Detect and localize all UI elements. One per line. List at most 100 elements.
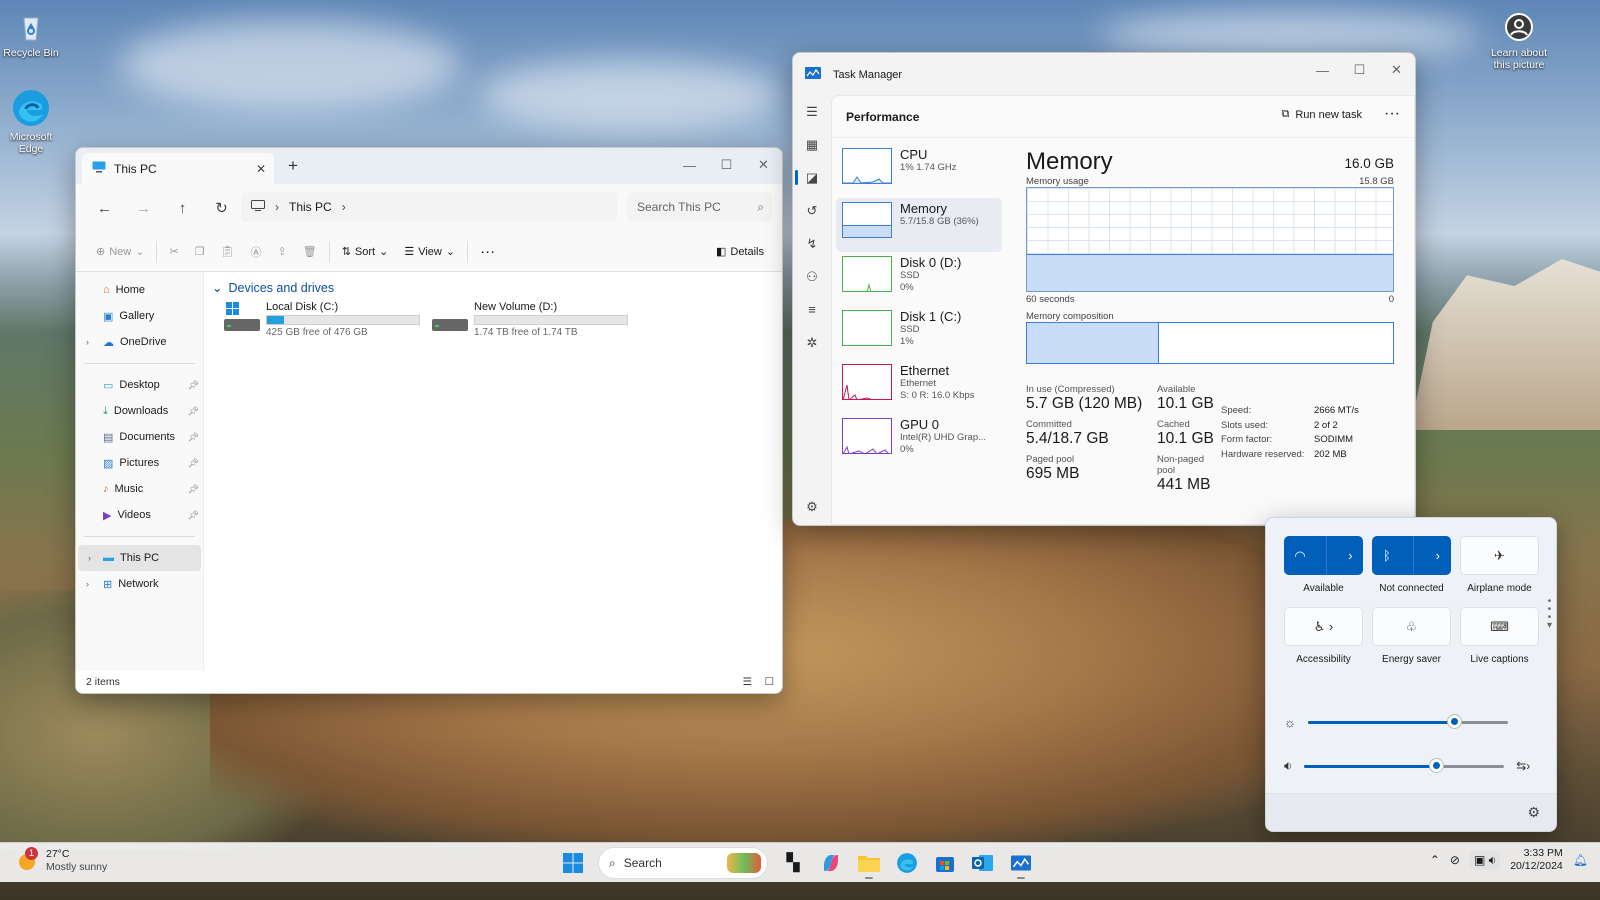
copilot-button[interactable]	[814, 846, 848, 880]
close-tab-icon[interactable]: ✕	[256, 162, 266, 176]
desktop-icon-edge[interactable]: Microsoft Edge	[0, 88, 62, 155]
clock[interactable]: 3:33 PM 20/12/2024	[1510, 847, 1563, 873]
perf-item-memory[interactable]: Memory 5.7/15.8 GB (36%)	[836, 198, 1002, 252]
wifi-toggle[interactable]: ◠ ›	[1284, 536, 1363, 575]
chevron-right-icon[interactable]: ›	[88, 553, 91, 563]
chevron-right-icon[interactable]: ›	[342, 200, 346, 214]
vpn-icon[interactable]: ⊘	[1450, 853, 1460, 867]
more-options-button[interactable]: ···	[1384, 105, 1400, 123]
nav-item-home[interactable]: ⌂ Home	[76, 277, 203, 303]
details-icon[interactable]: ≡	[793, 293, 831, 326]
learn-about-picture[interactable]: Learn about this picture	[1488, 10, 1550, 71]
tiles-view-icon[interactable]: ☐	[765, 676, 774, 688]
performance-icon[interactable]: ◪	[793, 161, 831, 194]
hamburger-menu-icon[interactable]: ☰	[793, 95, 831, 128]
search-input[interactable]: Search This PC ⌕	[627, 192, 772, 222]
start-button[interactable]	[556, 846, 590, 880]
chevron-right-icon[interactable]: ›	[1348, 548, 1352, 563]
nav-item-music[interactable]: ♪ Music 📌︎	[76, 476, 203, 502]
delete-button[interactable]: 🗑︎	[295, 238, 325, 266]
view-button[interactable]: ☰ View ⌄	[396, 238, 463, 266]
store-button[interactable]	[928, 846, 962, 880]
more-options-button[interactable]: ···	[472, 238, 503, 266]
new-button[interactable]: ⊕ New ⌄	[88, 238, 152, 266]
audio-output-icon[interactable]: ⇆›	[1516, 759, 1530, 773]
nav-item-videos[interactable]: ▶ Videos 📌︎	[76, 502, 203, 528]
forward-button[interactable]: →	[127, 193, 160, 223]
bluetooth-toggle[interactable]: ᛒ ›	[1372, 536, 1451, 575]
perf-item-cpu[interactable]: CPU 1% 1.74 GHz	[836, 144, 1002, 198]
paste-button[interactable]: 📋︎	[213, 238, 243, 266]
weather-widget[interactable]: 1 27°C Mostly sunny	[16, 847, 107, 874]
back-button[interactable]: ←	[88, 193, 121, 223]
up-button[interactable]: ↑	[166, 193, 199, 223]
services-icon[interactable]: ✲	[793, 326, 831, 359]
users-icon[interactable]: ⚇	[793, 260, 831, 293]
nav-item-documents[interactable]: ▤ Documents 📌︎	[76, 424, 203, 450]
app-history-icon[interactable]: ↺	[793, 194, 831, 227]
maximize-button[interactable]: ☐	[708, 148, 745, 182]
nav-item-gallery[interactable]: ▣ Gallery	[76, 303, 203, 329]
details-view-icon[interactable]: ☰	[743, 676, 752, 688]
nav-item-this-pc[interactable]: › ▬ This PC	[78, 545, 201, 571]
drive-d[interactable]: New Volume (D:) 1.74 TB free of 1.74 TB	[432, 301, 628, 338]
settings-icon[interactable]: ⚙	[1527, 804, 1540, 821]
quick-settings-button[interactable]: ▣ 🔉︎	[1469, 850, 1501, 870]
notification-bell-icon[interactable]: 🔔︎	[1573, 853, 1588, 867]
rename-button[interactable]: Ⓐ	[243, 238, 270, 266]
chevron-right-icon[interactable]: ›	[86, 337, 89, 347]
volume-slider[interactable]	[1304, 758, 1505, 772]
airplane-toggle[interactable]: ✈	[1460, 536, 1539, 575]
run-new-task-button[interactable]: ⧉ Run new task	[1281, 108, 1362, 121]
address-bar[interactable]: › This PC ›	[241, 192, 617, 222]
nav-item-onedrive[interactable]: › ☁ OneDrive	[76, 329, 203, 355]
perf-item-ethernet[interactable]: Ethernet Ethernet S: 0 R: 16.0 Kbps	[836, 360, 1002, 414]
brightness-slider[interactable]	[1307, 715, 1508, 728]
close-button[interactable]: ✕	[1378, 53, 1415, 87]
live-captions-toggle[interactable]: ⌨	[1460, 607, 1539, 646]
details-button[interactable]: ◧ Details	[708, 238, 772, 266]
task-manager-button[interactable]	[1004, 846, 1038, 880]
speaker-icon[interactable]: 🔉︎	[1284, 758, 1292, 774]
minimize-button[interactable]: —	[1304, 53, 1341, 87]
maximize-button[interactable]: ☐	[1341, 53, 1378, 87]
task-manager-icon	[1011, 855, 1031, 871]
accessibility-toggle[interactable]: ♿︎ ›	[1284, 607, 1363, 646]
startup-apps-icon[interactable]: ↯	[793, 227, 831, 260]
settings-icon[interactable]: ⚙	[793, 490, 831, 523]
nav-item-downloads[interactable]: ⤓ Downloads 📌︎	[76, 398, 203, 424]
edge-button[interactable]	[890, 846, 924, 880]
drive-c[interactable]: Local Disk (C:) 425 GB free of 476 GB	[224, 301, 420, 338]
brightness-thumb[interactable]	[1447, 715, 1461, 728]
perf-item-gpu[interactable]: GPU 0 Intel(R) UHD Grap... 0%	[836, 414, 1002, 468]
nav-item-pictures[interactable]: ▨ Pictures 📌︎	[76, 450, 203, 476]
perf-item-disk1[interactable]: Disk 1 (C:) SSD 1%	[836, 306, 1002, 360]
processes-icon[interactable]: ▦	[793, 128, 831, 161]
chevron-up-icon[interactable]: ⌃	[1430, 853, 1440, 867]
nav-item-desktop[interactable]: ▭ Desktop 📌︎	[76, 372, 203, 398]
minimize-button[interactable]: —	[671, 148, 708, 182]
cut-button[interactable]: ✂	[161, 238, 186, 266]
volume-thumb[interactable]	[1430, 758, 1444, 772]
chevron-right-icon[interactable]: ›	[1436, 548, 1440, 563]
chevron-right-icon[interactable]: ›	[86, 579, 89, 589]
new-tab-button[interactable]: +	[288, 156, 298, 176]
breadcrumb[interactable]: This PC	[289, 200, 332, 214]
sort-button[interactable]: ⇅ Sort ⌄	[334, 238, 397, 266]
search-placeholder: Search This PC	[637, 200, 721, 214]
explorer-tab[interactable]: This PC ✕	[82, 153, 274, 184]
outlook-button[interactable]	[966, 846, 1000, 880]
energy-saver-toggle[interactable]: ♧	[1372, 607, 1451, 646]
share-button[interactable]: ⇪	[270, 238, 295, 266]
close-button[interactable]: ✕	[745, 148, 782, 182]
nav-item-network[interactable]: › ⊞ Network	[76, 571, 203, 597]
desktop-icon-recycle-bin[interactable]: Recycle Bin	[0, 10, 62, 59]
page-dots[interactable]: • • • ▾	[1547, 597, 1552, 631]
taskbar-search[interactable]: ⌕ Search	[598, 847, 768, 879]
section-header[interactable]: ⌄ Devices and drives	[210, 280, 776, 296]
refresh-button[interactable]: ↻	[205, 193, 238, 223]
copy-button[interactable]: ❐	[187, 238, 213, 266]
task-view-button[interactable]: ▚	[776, 846, 810, 880]
perf-item-disk0[interactable]: Disk 0 (D:) SSD 0%	[836, 252, 1002, 306]
file-explorer-button[interactable]	[852, 846, 886, 880]
